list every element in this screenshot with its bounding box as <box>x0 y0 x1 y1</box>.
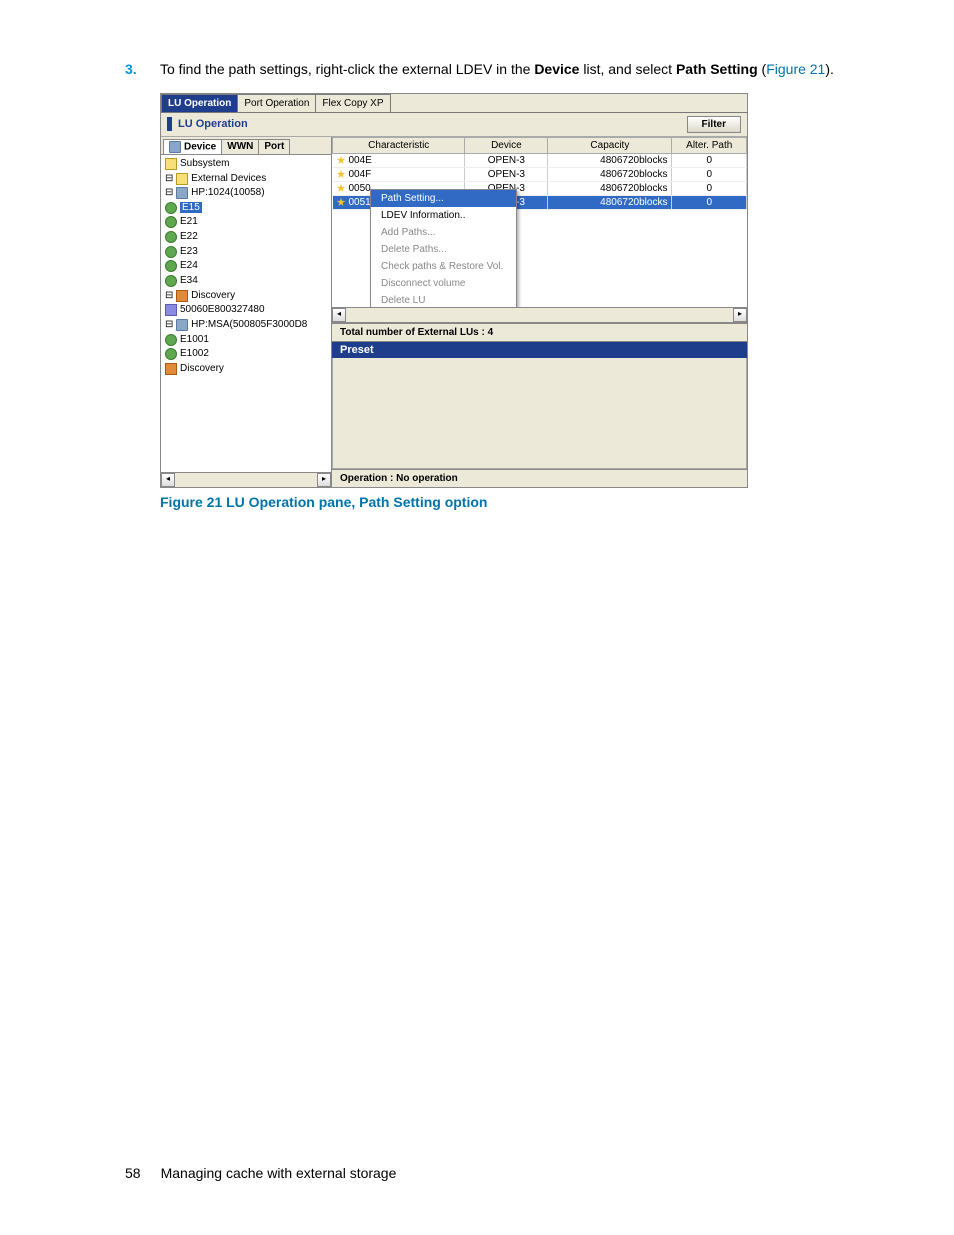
title-bar-icon <box>167 117 172 131</box>
device-icon <box>169 141 181 153</box>
tree-discovery2[interactable]: Discovery <box>180 363 224 374</box>
folder-icon <box>176 173 188 185</box>
disk-icon <box>165 216 177 228</box>
discovery-icon <box>176 290 188 302</box>
server-icon <box>176 319 188 331</box>
tab-lu-operation[interactable]: LU Operation <box>161 94 238 112</box>
total-row: Total number of External LUs : 4 <box>332 323 747 342</box>
disk-icon <box>165 202 177 214</box>
step-number: 3. <box>125 61 137 77</box>
tree-e1001[interactable]: E1001 <box>180 334 209 345</box>
tree-subsystem[interactable]: Subsystem <box>180 158 229 169</box>
step-text: To find the path settings, right-click t… <box>160 60 849 79</box>
star-icon <box>337 198 346 207</box>
grid-scrollbar[interactable]: ◂ ▸ <box>332 307 747 322</box>
left-scrollbar[interactable]: ◂ ▸ <box>161 472 331 487</box>
disk-icon <box>165 260 177 272</box>
step-paren-open: ( <box>758 61 767 77</box>
tree-discovery1[interactable]: Discovery <box>191 290 235 301</box>
server-icon <box>176 187 188 199</box>
filter-button[interactable]: Filter <box>687 116 741 133</box>
operation-status: Operation : No operation <box>332 469 747 487</box>
col-capacity[interactable]: Capacity <box>548 137 672 153</box>
tree-wwn-node[interactable]: 50060E800327480 <box>180 304 265 315</box>
lefttab-wwn[interactable]: WWN <box>221 139 259 154</box>
tab-port-operation[interactable]: Port Operation <box>237 94 316 112</box>
main-tabstrip: LU Operation Port Operation Flex Copy XP <box>161 94 747 113</box>
menu-disconnect-volume[interactable]: Disconnect volume <box>371 275 516 292</box>
panel-header: LU Operation Filter <box>161 113 747 137</box>
tree-e22[interactable]: E22 <box>180 231 198 242</box>
tree-e1002[interactable]: E1002 <box>180 348 209 359</box>
preset-panel <box>332 358 747 469</box>
scroll-left-icon[interactable]: ◂ <box>161 473 175 487</box>
disk-icon <box>165 275 177 287</box>
tree-e24[interactable]: E24 <box>180 260 198 271</box>
star-icon <box>337 170 346 179</box>
col-device[interactable]: Device <box>465 137 548 153</box>
disk-icon <box>165 246 177 258</box>
network-icon <box>165 304 177 316</box>
tree-e21[interactable]: E21 <box>180 216 198 227</box>
figure-caption: Figure 21 LU Operation pane, Path Settin… <box>160 494 849 510</box>
table-row[interactable]: 004FOPEN-34806720blocks0 <box>333 167 747 181</box>
menu-ldev-information[interactable]: LDEV Information.. <box>371 207 516 224</box>
disk-icon <box>165 334 177 346</box>
folder-icon <box>165 158 177 170</box>
col-characteristic[interactable]: Characteristic <box>333 137 465 153</box>
preset-header: Preset <box>332 342 747 358</box>
step-text-pathsetting: Path Setting <box>676 61 758 77</box>
menu-add-paths[interactable]: Add Paths... <box>371 224 516 241</box>
menu-delete-paths[interactable]: Delete Paths... <box>371 241 516 258</box>
star-icon <box>337 184 346 193</box>
device-tree[interactable]: Subsystem ⊟ External Devices ⊟ HP:1024(1… <box>161 155 331 472</box>
scroll-right-icon[interactable]: ▸ <box>317 473 331 487</box>
footer-title: Managing cache with external storage <box>161 1165 397 1181</box>
menu-check-paths[interactable]: Check paths & Restore Vol. <box>371 258 516 275</box>
disk-icon <box>165 348 177 360</box>
star-icon <box>337 156 346 165</box>
menu-path-setting[interactable]: Path Setting... <box>371 190 516 207</box>
tab-flex-copy[interactable]: Flex Copy XP <box>315 94 390 112</box>
page-number: 58 <box>125 1165 141 1181</box>
tree-e23[interactable]: E23 <box>180 246 198 257</box>
step-text-pre: To find the path settings, right-click t… <box>160 61 534 77</box>
step-paren-close: ). <box>825 61 834 77</box>
tree-hp1024[interactable]: HP:1024(10058) <box>191 187 264 198</box>
application-screenshot: LU Operation Port Operation Flex Copy XP… <box>160 93 748 488</box>
table-row[interactable]: 004EOPEN-34806720blocks0 <box>333 153 747 167</box>
right-pane: Characteristic Device Capacity Alter. Pa… <box>332 137 747 487</box>
panel-title: LU Operation <box>178 118 248 130</box>
figure-link[interactable]: Figure 21 <box>766 61 825 77</box>
tree-e15[interactable]: E15 <box>180 202 202 213</box>
lefttab-port[interactable]: Port <box>258 139 290 154</box>
disk-icon <box>165 231 177 243</box>
context-menu: Path Setting... LDEV Information.. Add P… <box>370 189 517 323</box>
step-text-device: Device <box>534 61 579 77</box>
scroll-left-icon[interactable]: ◂ <box>332 308 346 322</box>
page-footer: 58 Managing cache with external storage <box>125 1165 396 1181</box>
tree-hpmsa[interactable]: HP:MSA(500805F3000D8 <box>191 319 307 330</box>
col-alter-path[interactable]: Alter. Path <box>672 137 747 153</box>
tree-external-devices[interactable]: External Devices <box>191 173 266 184</box>
tree-e34[interactable]: E34 <box>180 275 198 286</box>
step-text-mid: list, and select <box>579 61 676 77</box>
lefttab-device[interactable]: Device <box>163 139 222 154</box>
left-pane: Device WWN Port Subsystem ⊟ External Dev… <box>161 137 332 487</box>
discovery-icon <box>165 363 177 375</box>
scroll-right-icon[interactable]: ▸ <box>733 308 747 322</box>
